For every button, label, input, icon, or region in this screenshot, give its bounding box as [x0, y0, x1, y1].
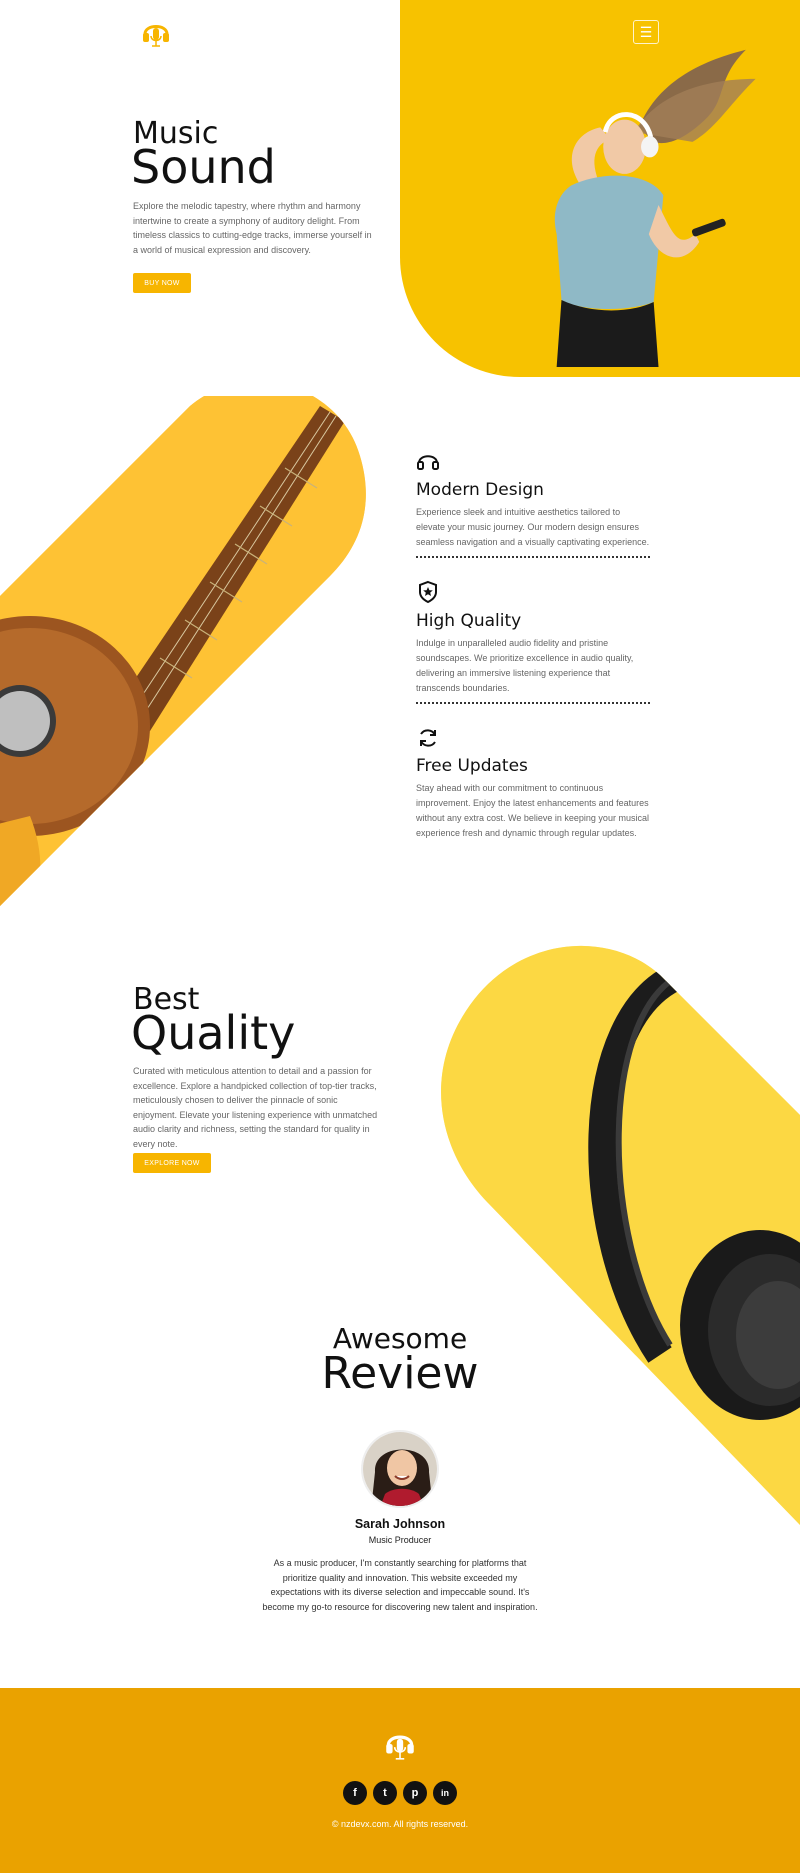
hero-description: Explore the melodic tapestry, where rhyt… [133, 201, 372, 255]
feature-text-high-quality: Indulge in unparalleled audio fidelity a… [416, 638, 634, 693]
feature-title-modern-design: Modern Design [416, 480, 544, 500]
headphones-icon [417, 455, 439, 470]
headphones-mic-logo-icon[interactable] [140, 16, 172, 48]
quality-title-big: Quality [131, 1006, 296, 1060]
feature-divider [416, 702, 650, 704]
hamburger-icon[interactable]: ☰ [633, 20, 659, 44]
buy-now-button[interactable]: BUY NOW [133, 273, 191, 293]
review-title-big: Review [321, 1348, 479, 1399]
hero-title-big: Sound [131, 140, 276, 194]
guitar-image-band [0, 396, 366, 917]
shield-star-icon [419, 580, 437, 604]
copyright: © nzdevx.com. All rights reserved. [331, 1819, 469, 1829]
footer [0, 1688, 800, 1873]
facebook-icon[interactable]: f [343, 1781, 367, 1805]
feature-text-free-updates: Stay ahead with our commitment to contin… [416, 783, 649, 838]
refresh-icon [420, 729, 436, 747]
reviewer-role: Music Producer [368, 1535, 432, 1545]
avatar [361, 1430, 439, 1508]
explore-now-button[interactable]: EXPLORE NOW [133, 1153, 211, 1173]
quality-description: Curated with meticulous attention to det… [133, 1066, 378, 1149]
hero-image-panel [400, 0, 800, 377]
review-text: As a music producer, I'm constantly sear… [262, 1558, 538, 1612]
feature-text-modern-design: Experience sleek and intuitive aesthetic… [416, 507, 650, 547]
feature-title-high-quality: High Quality [416, 611, 522, 631]
feature-divider [416, 556, 650, 558]
woman-with-headphones-image [554, 49, 756, 367]
pinterest-icon[interactable]: p [403, 1781, 427, 1805]
reviewer-name: Sarah Johnson [354, 1517, 446, 1531]
headphones-image-band [441, 945, 800, 1526]
twitter-icon[interactable]: t [373, 1781, 397, 1805]
linkedin-icon[interactable]: in [433, 1781, 457, 1805]
footer-headphones-mic-logo-icon[interactable] [383, 1726, 417, 1762]
feature-title-free-updates: Free Updates [416, 756, 528, 776]
